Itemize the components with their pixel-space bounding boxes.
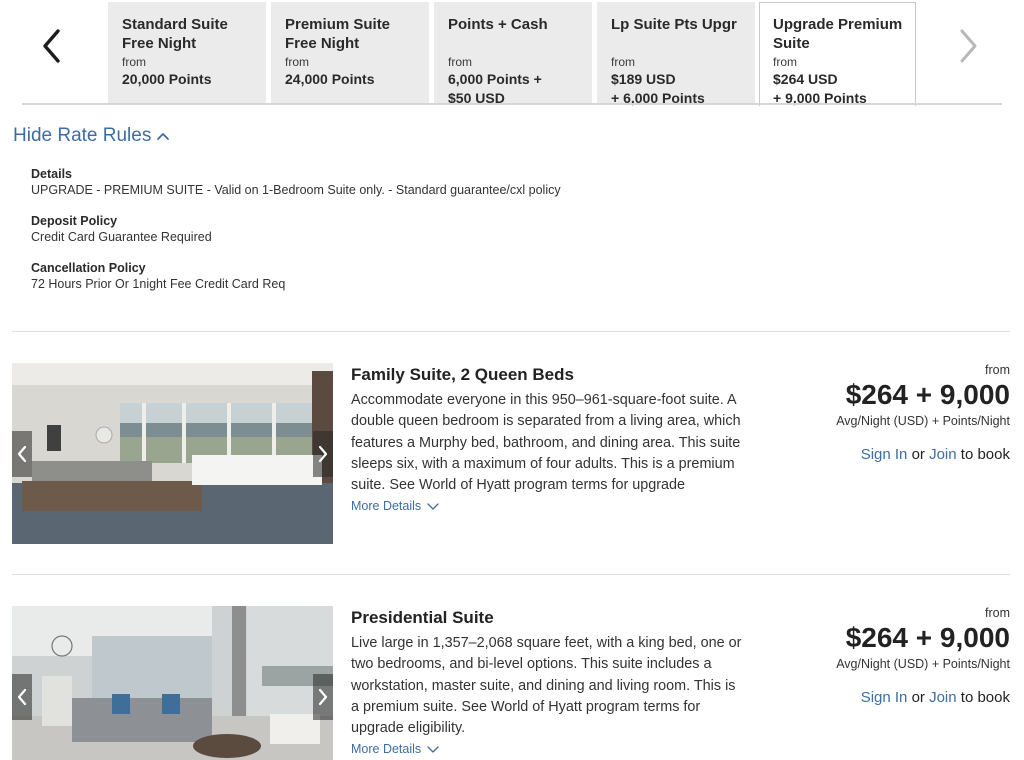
room-title[interactable]: Family Suite, 2 Queen Beds: [351, 365, 574, 385]
price-unit: Avg/Night (USD) + Points/Night: [836, 657, 1010, 671]
rule-text: Credit Card Guarantee Required: [31, 230, 212, 244]
chevron-left-icon: [17, 445, 27, 463]
rule-cancellation-policy: Cancellation Policy 72 Hours Prior Or 1n…: [31, 260, 931, 293]
room-description: Accommodate everyone in this 950–961-squ…: [351, 392, 741, 494]
rate-tab-bar: Standard Suite Free Night from 20,000 Po…: [0, 0, 1024, 106]
rate-tab-price: $189 USD: [611, 71, 676, 87]
photo-next-button[interactable]: [313, 674, 333, 720]
chevron-up-icon: [157, 133, 170, 140]
rate-tab-name: [611, 34, 741, 53]
or-text: or: [911, 689, 925, 706]
room-photo: [12, 606, 333, 760]
rule-title: Details: [31, 167, 72, 181]
more-details-label: More Details: [351, 742, 422, 756]
room-photo: [12, 363, 333, 544]
rate-tab-name: Standard Suite: [122, 16, 228, 33]
price-box: from $264 + 9,000 Avg/Night (USD) + Poin…: [836, 606, 1010, 706]
chevron-down-icon: [427, 745, 439, 753]
rate-tab-name: Premium Suite: [285, 16, 391, 33]
rate-tab-from: from: [285, 55, 309, 69]
chevron-left-icon: [17, 688, 27, 706]
price-box: from $264 + 9,000 Avg/Night (USD) + Poin…: [836, 363, 1010, 463]
more-details-link[interactable]: More Details: [351, 742, 439, 756]
rate-tab-points-cash[interactable]: Points + Cash from 6,000 Points + $50 US…: [434, 2, 592, 106]
rate-rules: Details UPGRADE - PREMIUM SUITE - Valid …: [31, 166, 931, 307]
room-photo-image: [12, 363, 333, 544]
rate-tab-price: $50 USD: [448, 90, 505, 106]
photo-next-button[interactable]: [313, 431, 333, 477]
rate-tab-standard-suite-free-night[interactable]: Standard Suite Free Night from 20,000 Po…: [108, 2, 266, 104]
sign-in-link[interactable]: Sign In: [861, 689, 908, 706]
room-photo-image: [12, 606, 333, 760]
price-amount: $264 + 9,000: [845, 379, 1010, 410]
to-book-text: to book: [960, 446, 1010, 463]
photo-previous-button[interactable]: [12, 674, 32, 720]
rate-tab-from: from: [448, 55, 472, 69]
chevron-down-icon: [427, 502, 439, 510]
rule-details: Details UPGRADE - PREMIUM SUITE - Valid …: [31, 166, 931, 199]
price-unit: Avg/Night (USD) + Points/Night: [836, 414, 1010, 428]
chevron-right-icon: [960, 29, 977, 63]
section-divider: [12, 574, 1010, 575]
room-card-presidential-suite: Presidential Suite Live large in 1,357–2…: [0, 606, 1024, 760]
join-link[interactable]: Join: [929, 689, 957, 706]
rate-tab-from: from: [773, 55, 797, 69]
rule-text: UPGRADE - PREMIUM SUITE - Valid on 1-Bed…: [31, 183, 561, 197]
next-rates-arrow[interactable]: [946, 22, 990, 70]
price-amount: $264 + 9,000: [845, 622, 1010, 653]
chevron-right-icon: [318, 688, 328, 706]
tab-baseline: [22, 103, 1002, 105]
sign-in-link[interactable]: Sign In: [861, 446, 908, 463]
rate-tab-from: from: [611, 55, 635, 69]
rate-tab-name: [448, 34, 578, 53]
rule-title: Cancellation Policy: [31, 261, 146, 275]
rate-tab-name: Free Night: [285, 35, 360, 52]
room-title[interactable]: Presidential Suite: [351, 608, 494, 628]
more-details-label: More Details: [351, 499, 422, 513]
rate-tab-price: + 9,000 Points: [773, 90, 867, 106]
room-description: Live large in 1,357–2,068 square feet, w…: [351, 635, 742, 737]
hide-rate-rules-toggle[interactable]: Hide Rate Rules: [13, 125, 170, 147]
chevron-right-icon: [318, 445, 328, 463]
more-details-link[interactable]: More Details: [351, 499, 439, 513]
rate-tab-price: $264 USD: [773, 71, 838, 87]
book-line: Sign In or Join to book: [836, 689, 1010, 706]
rules-toggle-label: Hide Rate Rules: [13, 125, 152, 146]
rule-title: Deposit Policy: [31, 214, 118, 228]
price-from-label: from: [985, 606, 1010, 620]
rate-tab-name: Suite: [773, 35, 810, 52]
price-from-label: from: [985, 363, 1010, 377]
rate-tab-price: + 6,000 Points: [611, 90, 705, 106]
photo-previous-button[interactable]: [12, 431, 32, 477]
rate-tab-price: 20,000 Points: [122, 71, 212, 87]
section-divider: [12, 331, 1010, 332]
rate-tab-name: Upgrade Premium: [773, 16, 903, 33]
rate-tab-price: 24,000 Points: [285, 71, 375, 87]
book-line: Sign In or Join to book: [836, 446, 1010, 463]
rate-tab-price: 6,000 Points +: [448, 71, 542, 87]
rate-tab-name: Free Night: [122, 35, 197, 52]
join-link[interactable]: Join: [929, 446, 957, 463]
room-card-family-suite: Family Suite, 2 Queen Beds Accommodate e…: [0, 363, 1024, 548]
rule-deposit-policy: Deposit Policy Credit Card Guarantee Req…: [31, 213, 931, 246]
rate-tab-lp-suite-pts-upgr[interactable]: Lp Suite Pts Upgr from $189 USD + 6,000 …: [597, 2, 755, 106]
previous-rates-arrow[interactable]: [30, 22, 74, 70]
rule-text: 72 Hours Prior Or 1night Fee Credit Card…: [31, 277, 286, 291]
rate-tab-from: from: [122, 55, 146, 69]
rate-tab-premium-suite-free-night[interactable]: Premium Suite Free Night from 24,000 Poi…: [271, 2, 429, 104]
chevron-left-icon: [43, 29, 60, 63]
or-text: or: [911, 446, 925, 463]
rate-tab-name: Points + Cash: [448, 16, 548, 33]
rate-tab-name: Lp Suite Pts Upgr: [611, 16, 737, 33]
to-book-text: to book: [960, 689, 1010, 706]
rate-tab-upgrade-premium-suite[interactable]: Upgrade Premium Suite from $264 USD + 9,…: [759, 2, 916, 106]
